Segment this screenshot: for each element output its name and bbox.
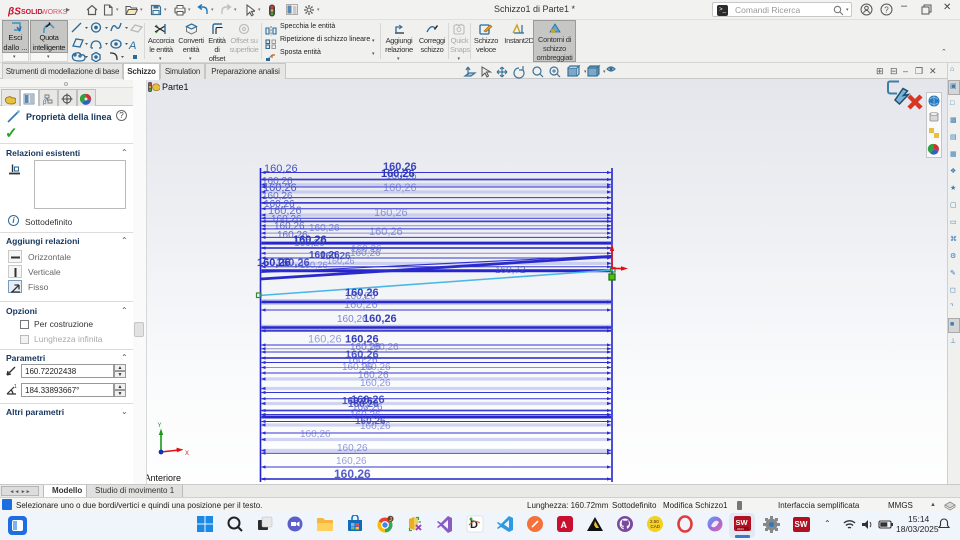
svg-text:2024: 2024	[737, 527, 744, 531]
svg-text:A: A	[128, 40, 136, 52]
svg-text:160,26: 160,26	[351, 244, 382, 255]
svg-text:160,26: 160,26	[386, 171, 417, 182]
svg-text:A: A	[561, 520, 568, 530]
svg-text:160,26: 160,26	[264, 163, 298, 175]
svg-text:160,26: 160,26	[308, 334, 342, 346]
svg-text:160,26: 160,26	[337, 314, 368, 325]
svg-text:160,26: 160,26	[320, 251, 351, 262]
svg-text:160,26: 160,26	[294, 238, 325, 249]
svg-text:160,26: 160,26	[363, 313, 397, 325]
svg-text:X: X	[185, 451, 189, 457]
svg-text:160,26: 160,26	[383, 182, 417, 194]
svg-text:WORKS: WORKS	[41, 9, 68, 16]
svg-text:160,26: 160,26	[276, 257, 310, 269]
svg-text:160,26: 160,26	[374, 207, 408, 219]
svg-text:160,26: 160,26	[369, 226, 403, 238]
svg-text:160,26: 160,26	[336, 456, 367, 467]
svg-text:160,26: 160,26	[337, 443, 368, 454]
svg-text:160,26: 160,26	[344, 299, 378, 311]
svg-text:160,26: 160,26	[360, 378, 391, 389]
svg-text:160,26: 160,26	[360, 421, 391, 432]
svg-text:β: β	[43, 100, 47, 105]
svg-text:1: 1	[14, 384, 17, 390]
svg-text:SW: SW	[795, 520, 808, 529]
svg-text:?: ?	[884, 6, 889, 15]
svg-text:160,26: 160,26	[334, 467, 371, 481]
svg-text:D: D	[470, 519, 478, 531]
svg-text:CAD: CAD	[651, 524, 661, 529]
svg-text:Y: Y	[158, 423, 162, 429]
svg-text:160,26: 160,26	[300, 429, 331, 440]
svg-text:βS: βS	[8, 7, 21, 18]
svg-text:SW: SW	[736, 518, 749, 527]
svg-text:160,72: 160,72	[495, 265, 526, 276]
svg-text:SOLID: SOLID	[21, 9, 42, 16]
svg-text:*Anteriore: *Anteriore	[147, 473, 181, 483]
svg-text:160,26: 160,26	[309, 223, 340, 234]
